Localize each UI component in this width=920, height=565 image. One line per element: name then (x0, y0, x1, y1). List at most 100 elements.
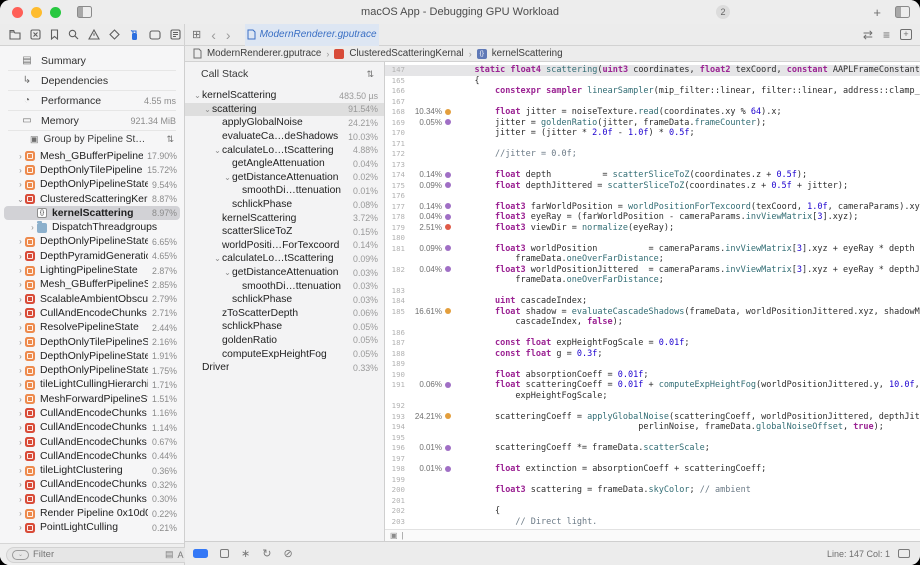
pipeline-row[interactable]: ›CullAndEncodeChunks…0.44% (0, 449, 184, 463)
code-line[interactable]: 195 (385, 433, 920, 444)
disclosure-icon[interactable]: › (16, 523, 25, 532)
callstack-row[interactable]: smoothDi…ttenuation0.01% (185, 184, 384, 198)
callstack-row[interactable]: smoothDi…ttenuation0.03% (185, 279, 384, 293)
callstack-row[interactable]: ⌄scattering91.54% (185, 103, 384, 117)
disclosure-icon[interactable]: ⌄ (223, 173, 232, 182)
disclosure-icon[interactable]: ⌄ (213, 146, 222, 155)
callstack-row[interactable]: ⌄calculateLo…tScattering4.88% (185, 143, 384, 157)
pipeline-row[interactable]: {}kernelScattering8.97% (4, 206, 180, 220)
filter-recent-icon[interactable]: ▤ (165, 549, 174, 560)
pipeline-row[interactable]: ›DepthOnlyPipelineState…1.75% (0, 363, 184, 377)
callstack-row[interactable]: schlickPhase0.03% (185, 293, 384, 307)
pipeline-row[interactable]: ›Mesh_GBufferPipelineS…2.85% (0, 278, 184, 292)
code-line[interactable]: 170 jitter = (jitter * 2.0f - 1.0f) * 0.… (385, 128, 920, 139)
project-navigator-icon[interactable] (9, 29, 21, 40)
pipeline-row[interactable]: ›tileLightClustering0.36% (0, 464, 184, 478)
forward-icon[interactable]: › (226, 25, 231, 45)
callstack-row[interactable]: kernelScattering3.72% (185, 211, 384, 225)
debug-area-toggle-icon[interactable] (193, 549, 208, 558)
code-line[interactable]: 18516.61% float shadow = evaluateCascade… (385, 307, 920, 318)
tab-modernrenderer-gputrace[interactable]: ModernRenderer.gputrace (245, 24, 379, 46)
disclosure-icon[interactable]: › (16, 409, 25, 418)
sidebar-item-dependencies[interactable]: ↳Dependencies (8, 71, 176, 91)
pipeline-row[interactable]: ›ScalableAmbientObscu…2.79% (0, 292, 184, 306)
code-line[interactable]: 1980.01% float extinction = absorptionCo… (385, 464, 920, 475)
code-line[interactable]: 1820.04% float3 worldPositionJittered = … (385, 265, 920, 276)
callstack-row[interactable]: evaluateCa…deShadows10.03% (185, 130, 384, 144)
disclosure-icon[interactable]: ⌄ (16, 195, 25, 204)
pipeline-row[interactable]: ›DepthOnlyPipelineState…1.91% (0, 349, 184, 363)
code-line[interactable]: 194 perlinNoise, frameData.globalNoiseOf… (385, 422, 920, 433)
disclosure-icon[interactable]: › (16, 338, 25, 347)
sidebar-item-memory[interactable]: ▭Memory921.34 MiB (8, 111, 176, 131)
disclosure-icon[interactable]: › (16, 423, 25, 432)
disclosure-icon[interactable]: › (16, 180, 25, 189)
breakpoints-toggle-icon[interactable] (220, 549, 229, 558)
callstack-row[interactable]: Driver0.33% (185, 361, 384, 375)
disclosure-icon[interactable]: › (16, 495, 25, 504)
callstack-row[interactable]: goldenRatio0.05% (185, 334, 384, 348)
report-navigator-icon[interactable] (170, 29, 181, 40)
pipeline-row[interactable]: ›ResolvePipelineState2.44% (0, 321, 184, 335)
issues-badge[interactable]: 2 (716, 5, 730, 19)
code-line[interactable]: 1780.04% float3 eyeRay = (farWorldPositi… (385, 212, 920, 223)
code-line[interactable]: 1792.51% float3 viewDir = normalize(eyeR… (385, 223, 920, 234)
callstack-row[interactable]: zToScatterDepth0.06% (185, 307, 384, 321)
disclosure-icon[interactable]: › (16, 295, 25, 304)
callstack-row[interactable]: scatterSliceToZ0.15% (185, 225, 384, 239)
pipeline-row[interactable]: ›Render Pipeline 0x10d0…0.22% (0, 506, 184, 520)
code-line[interactable]: 173 (385, 160, 920, 171)
callstack-row[interactable]: applyGlobalNoise24.21% (185, 116, 384, 130)
pipeline-row[interactable]: ›CullAndEncodeChunks…0.32% (0, 478, 184, 492)
disclosure-icon[interactable]: › (16, 166, 25, 175)
zoom-window-button[interactable] (50, 7, 61, 18)
match-case-icon[interactable]: A (178, 550, 184, 560)
pipeline-row[interactable]: ›CullAndEncodeChunks…2.71% (0, 306, 184, 320)
pipeline-row[interactable]: ›CullAndEncodeChunks…0.30% (0, 492, 184, 506)
add-editor-icon[interactable]: + (900, 29, 912, 40)
disclosure-icon[interactable]: ⌄ (193, 91, 202, 100)
pipeline-row[interactable]: ›DepthOnlyTilePipeline…15.72% (0, 163, 184, 177)
callstack-row[interactable]: getAngleAttenuation0.04% (185, 157, 384, 171)
code-line-wrap[interactable]: frameData.oneOverFarDistance; (385, 254, 920, 265)
find-navigator-icon[interactable] (68, 29, 79, 40)
code-line[interactable]: 199 (385, 475, 920, 486)
callstack-row[interactable]: ⌄getDistanceAttenuation0.03% (185, 266, 384, 280)
callstack-row[interactable]: ⌄calculateLo…tScattering0.09% (185, 252, 384, 266)
code-line-wrap[interactable]: cascadeIndex, false); (385, 317, 920, 328)
disclosure-icon[interactable]: › (16, 323, 25, 332)
code-line[interactable]: 197 (385, 454, 920, 465)
disclosure-icon[interactable]: › (16, 152, 25, 161)
test-navigator-icon[interactable] (109, 29, 120, 40)
code-line-wrap[interactable]: expHeightFogScale; (385, 391, 920, 402)
disclosure-icon[interactable]: › (16, 266, 25, 275)
callstack-row[interactable]: worldPositi…ForTexcoord0.14% (185, 239, 384, 253)
disclosure-icon[interactable]: › (16, 366, 25, 375)
disclosure-icon[interactable]: › (16, 309, 25, 318)
pipeline-row[interactable]: ›DepthOnlyPipelineState6.65% (0, 235, 184, 249)
code-line[interactable]: 167 (385, 97, 920, 108)
sidebar-item-summary[interactable]: ▤Summary (8, 51, 176, 71)
disclosure-icon[interactable]: › (16, 237, 25, 246)
bookmark-navigator-icon[interactable] (50, 29, 59, 40)
code-line[interactable]: 188 const float g = 0.3f; (385, 349, 920, 360)
pipeline-row[interactable]: ›CullAndEncodeChunks…1.14% (0, 421, 184, 435)
code-line[interactable]: 1690.05% jitter = goldenRatio(jitter, fr… (385, 118, 920, 129)
reload-icon[interactable]: ↻ (262, 547, 271, 560)
disclosure-icon[interactable]: › (16, 252, 25, 261)
code-line[interactable]: 183 (385, 286, 920, 297)
code-line[interactable]: 171 (385, 139, 920, 150)
code-line[interactable]: 200 float3 scattering = frameData.skyCol… (385, 485, 920, 496)
disclosure-icon[interactable]: › (16, 438, 25, 447)
issue-navigator-icon[interactable] (88, 29, 100, 40)
callstack-row[interactable]: ⌄getDistanceAttenuation0.02% (185, 171, 384, 185)
pipeline-row[interactable]: ›Mesh_GBufferPipeline…17.90% (0, 149, 184, 163)
code-line[interactable]: 176 (385, 191, 920, 202)
code-line-wrap[interactable]: frameData.oneOverFarDistance; (385, 275, 920, 286)
disclosure-icon[interactable]: › (16, 466, 25, 475)
code-line[interactable]: 184 uint cascadeIndex; (385, 296, 920, 307)
disclosure-icon[interactable]: › (16, 509, 25, 518)
pipeline-row[interactable]: ›DepthOnlyTilePipelineS…2.16% (0, 335, 184, 349)
code-line[interactable]: 1910.06% float scatteringCoeff = 0.01f +… (385, 380, 920, 391)
minimap-toggle-icon[interactable]: ▣ (390, 531, 398, 540)
